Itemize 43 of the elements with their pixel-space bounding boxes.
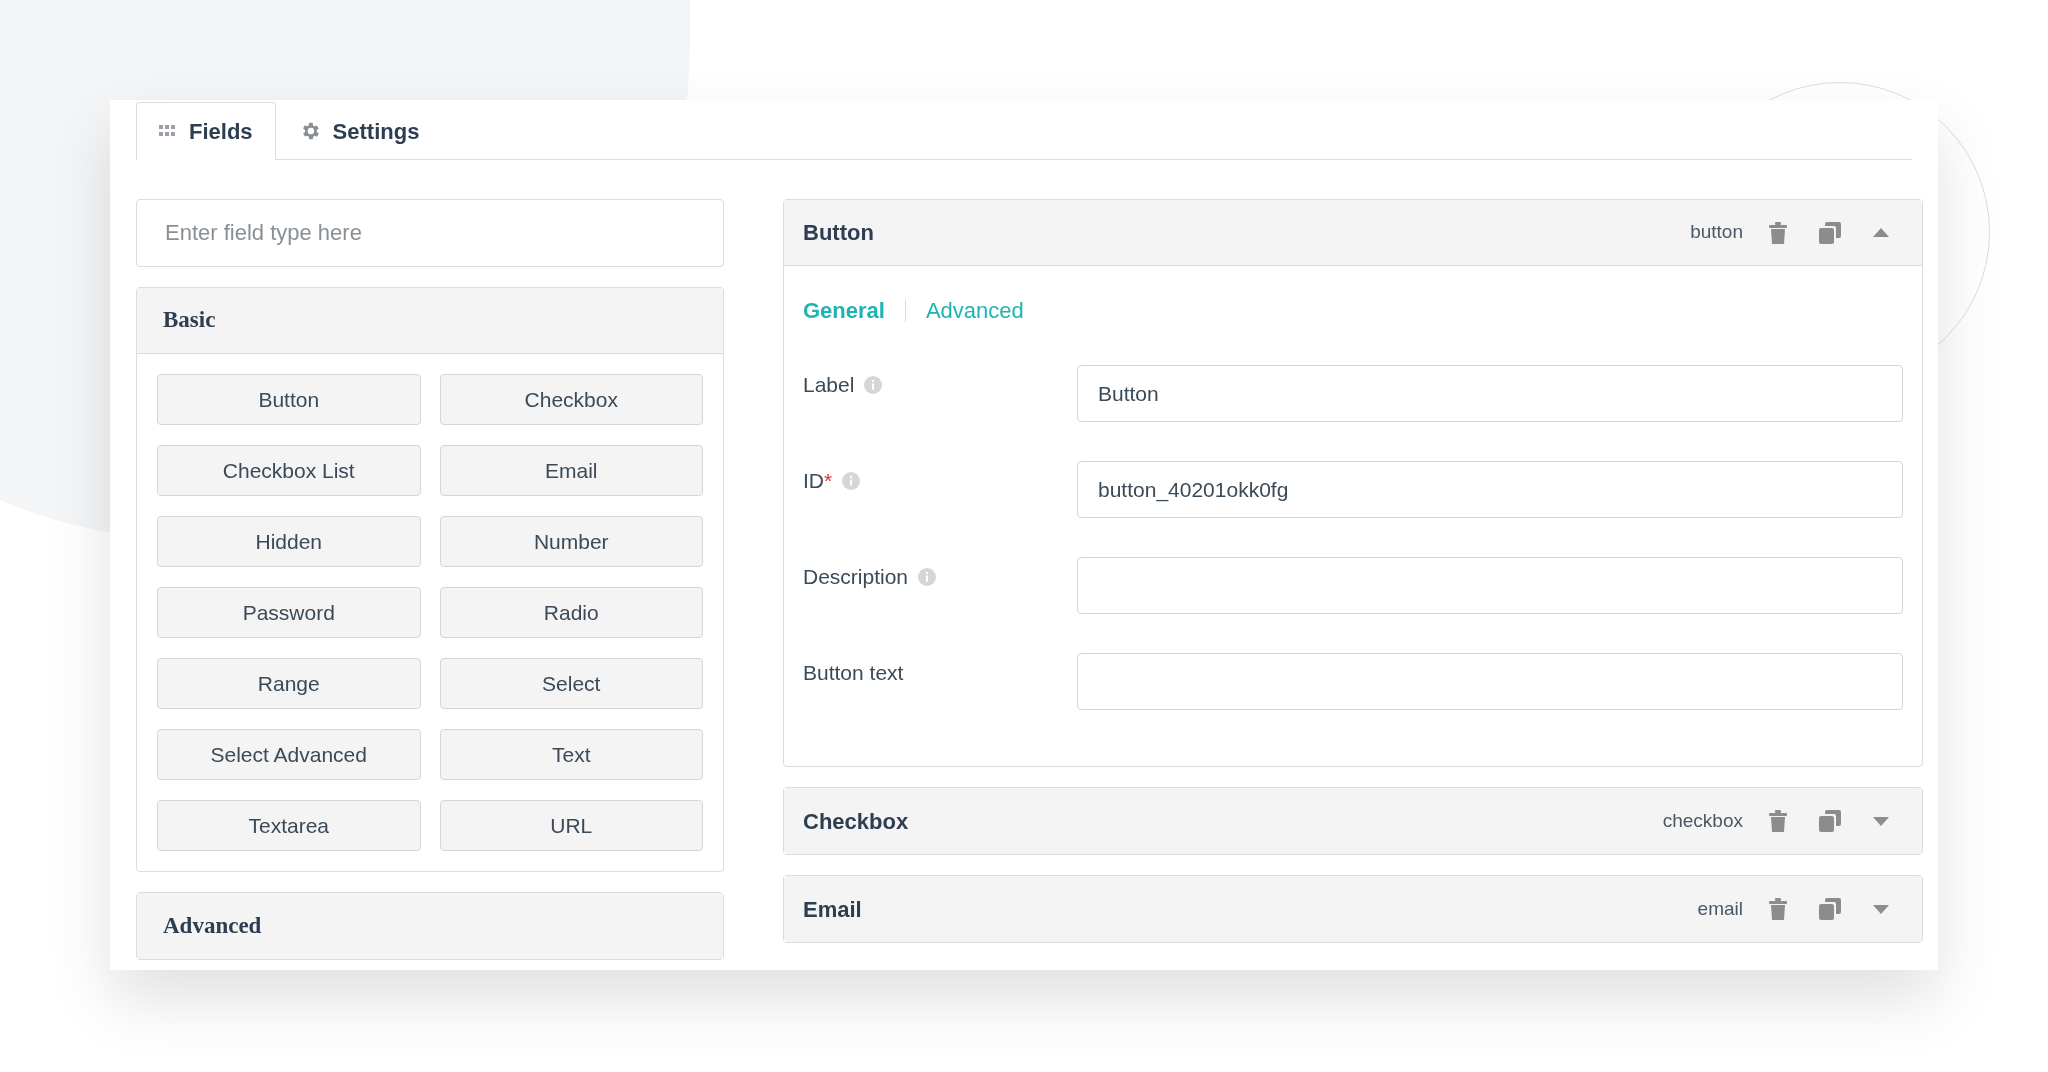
tab[interactable]: Settings [275, 102, 443, 160]
field-type-button[interactable]: Textarea [157, 800, 421, 851]
trash-icon[interactable] [1769, 898, 1787, 920]
copy-icon[interactable] [1819, 221, 1841, 244]
field-type-button[interactable]: URL [439, 800, 703, 851]
field-label: Button text [803, 660, 904, 686]
field-type-button[interactable]: Password [157, 587, 421, 638]
field-type-button[interactable]: Email [439, 445, 703, 496]
field-type-button[interactable]: Text [439, 729, 703, 780]
field-type-button[interactable]: Checkbox List [157, 445, 421, 496]
field-type-button[interactable]: Hidden [157, 516, 421, 567]
field-title: Button [803, 219, 875, 247]
field-type-button[interactable]: Select [439, 658, 703, 709]
search-field[interactable]: Enter field type here [136, 199, 724, 267]
field-label: Description [803, 564, 909, 590]
trash-icon[interactable] [1769, 810, 1787, 832]
field-type-label: checkbox [1662, 808, 1743, 833]
group-title[interactable]: Advanced [137, 893, 723, 959]
text-field[interactable] [1077, 557, 1903, 614]
copy-icon[interactable] [1819, 898, 1841, 920]
caret-icon[interactable] [1873, 228, 1889, 237]
field-title: Checkbox [803, 807, 910, 836]
group-title[interactable]: Basic [137, 288, 723, 354]
field-type-button[interactable]: Range [157, 658, 421, 709]
grid-icon [159, 125, 177, 137]
field-type-label: email [1697, 896, 1743, 921]
field-type-button[interactable]: Checkbox [439, 374, 703, 425]
text-field[interactable]: button_40201okk0fg [1077, 461, 1903, 518]
field-title: Email [803, 895, 863, 924]
caret-icon[interactable] [1873, 904, 1889, 914]
text-field[interactable] [1077, 653, 1903, 710]
trash-icon[interactable] [1769, 221, 1787, 244]
field-type-button[interactable]: Button [157, 374, 421, 425]
tab[interactable]: Fields [136, 102, 276, 160]
field-type-button[interactable]: Select Advanced [157, 729, 421, 780]
field-type-button[interactable]: Radio [439, 587, 703, 638]
field-type-button[interactable]: Number [439, 516, 703, 567]
field-label: Label [803, 372, 855, 398]
copy-icon[interactable] [1819, 810, 1841, 832]
field-label: ID* [803, 468, 833, 494]
field-type-label: button [1690, 220, 1743, 245]
text-field[interactable]: Button [1077, 365, 1903, 422]
caret-icon[interactable] [1873, 816, 1889, 826]
